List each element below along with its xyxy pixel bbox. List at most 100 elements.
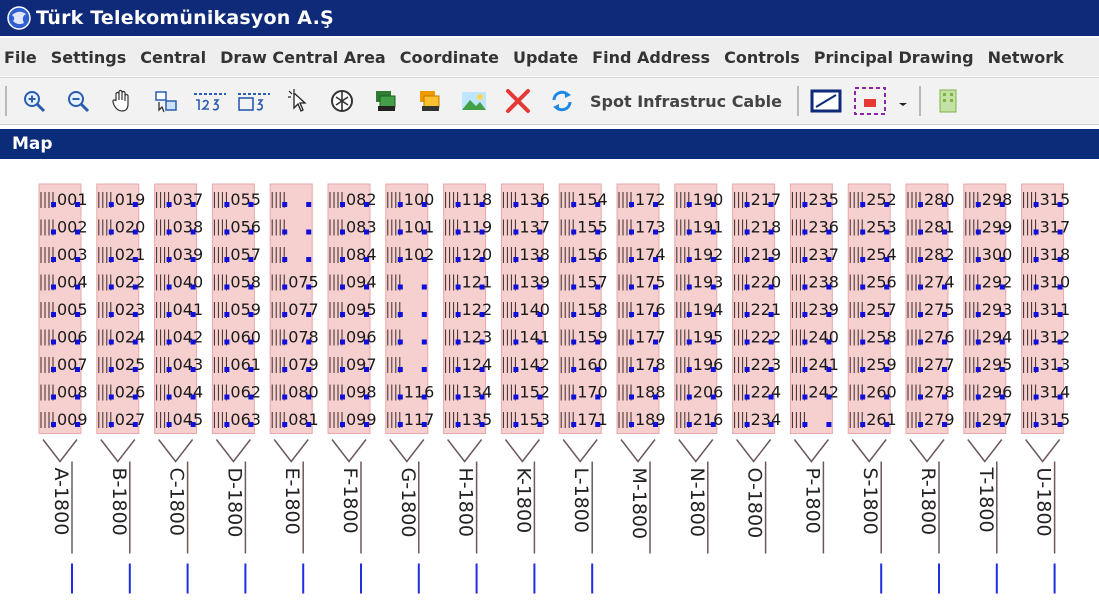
pair-number: 037 bbox=[173, 190, 204, 209]
pair-number: 059 bbox=[230, 300, 261, 319]
menu-file[interactable]: File bbox=[0, 48, 45, 67]
menu-find-address[interactable]: Find Address bbox=[586, 48, 718, 67]
spot-infrastructure-cable-button[interactable]: Spot Infrastruc Cable bbox=[590, 92, 782, 111]
terminal-dot bbox=[75, 394, 80, 400]
cable-funnel bbox=[100, 439, 136, 463]
landscape-image-button[interactable] bbox=[452, 81, 496, 121]
rectangle-draw-button[interactable] bbox=[804, 81, 848, 121]
building-button[interactable] bbox=[926, 81, 970, 121]
terminal-dot bbox=[132, 339, 138, 345]
refresh-button[interactable] bbox=[540, 81, 584, 121]
identify-button[interactable] bbox=[144, 81, 188, 121]
terminal-dot bbox=[340, 257, 345, 262]
pair-number: 043 bbox=[173, 355, 204, 374]
pair-number: 318 bbox=[1040, 245, 1071, 264]
menu-network[interactable]: Network bbox=[982, 48, 1072, 67]
pair-number: 102 bbox=[404, 245, 435, 264]
terminal-dot bbox=[340, 394, 345, 400]
pair-number: 256 bbox=[866, 273, 897, 292]
pan-button[interactable] bbox=[100, 81, 144, 121]
zoom-out-button[interactable] bbox=[56, 81, 100, 121]
cable-funnel bbox=[447, 439, 483, 463]
terminal-dot bbox=[513, 202, 519, 207]
cable-network-drawing: 001 002 003 004 005 006 007 008 009 A-1800 019 020 0… bbox=[38, 183, 1071, 594]
title-bar: Türk Telekomünikasyon A.Ş bbox=[0, 0, 1099, 36]
terminal-dot bbox=[571, 202, 577, 207]
numbering-selection-button[interactable] bbox=[232, 81, 276, 121]
terminal-dot bbox=[340, 367, 345, 372]
network-button[interactable] bbox=[320, 81, 364, 121]
terminal-dot bbox=[224, 339, 230, 345]
pair-number: 193 bbox=[693, 273, 724, 292]
numbering-button[interactable] bbox=[188, 81, 232, 121]
cable-funnel bbox=[562, 439, 598, 463]
pair-number: 242 bbox=[808, 383, 839, 402]
rectangle-draw-icon bbox=[810, 89, 842, 113]
terminal-dot bbox=[537, 312, 543, 317]
layers-green-button[interactable] bbox=[364, 81, 408, 121]
pair-number: 206 bbox=[693, 383, 724, 402]
delete-button[interactable] bbox=[496, 81, 540, 121]
pair-number: 009 bbox=[57, 410, 88, 429]
menu-controls[interactable]: Controls bbox=[718, 48, 808, 67]
terminal-dot bbox=[826, 394, 832, 400]
terminal-dot bbox=[108, 339, 114, 345]
pair-number: 045 bbox=[173, 410, 204, 429]
terminal-dot bbox=[513, 394, 519, 400]
zoom-in-button[interactable] bbox=[12, 81, 56, 121]
pair-number: 057 bbox=[230, 245, 261, 264]
terminal-dot bbox=[364, 312, 369, 317]
menu-coordinate[interactable]: Coordinate bbox=[394, 48, 507, 67]
terminal-dot bbox=[421, 229, 427, 235]
pointer-select-button[interactable] bbox=[276, 81, 320, 121]
terminal-dot bbox=[686, 284, 692, 290]
terminal-dot bbox=[710, 284, 716, 290]
pair-number: 061 bbox=[230, 355, 261, 374]
terminal-dot bbox=[513, 339, 519, 345]
pair-number: 084 bbox=[346, 245, 377, 264]
terminal-dot bbox=[224, 394, 230, 400]
terminal-dot bbox=[918, 284, 923, 290]
map-canvas[interactable]: 001 002 003 004 005 006 007 008 009 A-1800 019 020 0… bbox=[0, 160, 1099, 604]
terminal-dot bbox=[595, 339, 601, 345]
pair-number: 280 bbox=[924, 190, 955, 209]
pair-number: 023 bbox=[115, 300, 146, 319]
pair-number: 292 bbox=[982, 273, 1013, 292]
menu-central[interactable]: Central bbox=[134, 48, 214, 67]
pair-number: 275 bbox=[924, 300, 955, 319]
toolbar-separator bbox=[797, 86, 800, 116]
pair-number: 190 bbox=[693, 190, 724, 209]
terminal-dot bbox=[942, 284, 947, 290]
pair-number: 276 bbox=[924, 328, 955, 347]
terminal-dot bbox=[340, 284, 345, 290]
terminal-dot bbox=[306, 394, 312, 400]
terminal-dot bbox=[975, 394, 981, 400]
pair-number: 044 bbox=[173, 383, 204, 402]
terminal-dot bbox=[132, 312, 138, 317]
terminal-dot bbox=[132, 367, 138, 372]
terminal-dot bbox=[248, 257, 254, 262]
terminal-dot bbox=[282, 422, 288, 427]
cable-funnel bbox=[909, 439, 945, 463]
terminal-dot bbox=[686, 257, 692, 262]
pair-number: 025 bbox=[115, 355, 146, 374]
menu-draw-central-area[interactable]: Draw Central Area bbox=[214, 48, 394, 67]
pair-number: 022 bbox=[115, 273, 146, 292]
terminal-dot bbox=[686, 367, 692, 372]
menu-principal-drawing[interactable]: Principal Drawing bbox=[808, 48, 982, 67]
terminal-dot bbox=[884, 202, 890, 207]
terminal-dot bbox=[653, 339, 658, 345]
menu-settings[interactable]: Settings bbox=[45, 48, 135, 67]
selection-frame-button[interactable] bbox=[848, 81, 892, 121]
pair-number: 218 bbox=[751, 218, 782, 237]
terminal-dot bbox=[340, 339, 345, 345]
menu-update[interactable]: Update bbox=[507, 48, 586, 67]
layers-orange-button[interactable] bbox=[408, 81, 452, 121]
terminal-dot bbox=[802, 339, 808, 345]
pair-number: 260 bbox=[866, 383, 897, 402]
dropdown-button[interactable] bbox=[892, 81, 914, 121]
terminal-dot bbox=[248, 229, 254, 235]
pair-number: 195 bbox=[693, 328, 724, 347]
terminal-dot bbox=[513, 312, 519, 317]
cable-funnel bbox=[215, 439, 251, 463]
